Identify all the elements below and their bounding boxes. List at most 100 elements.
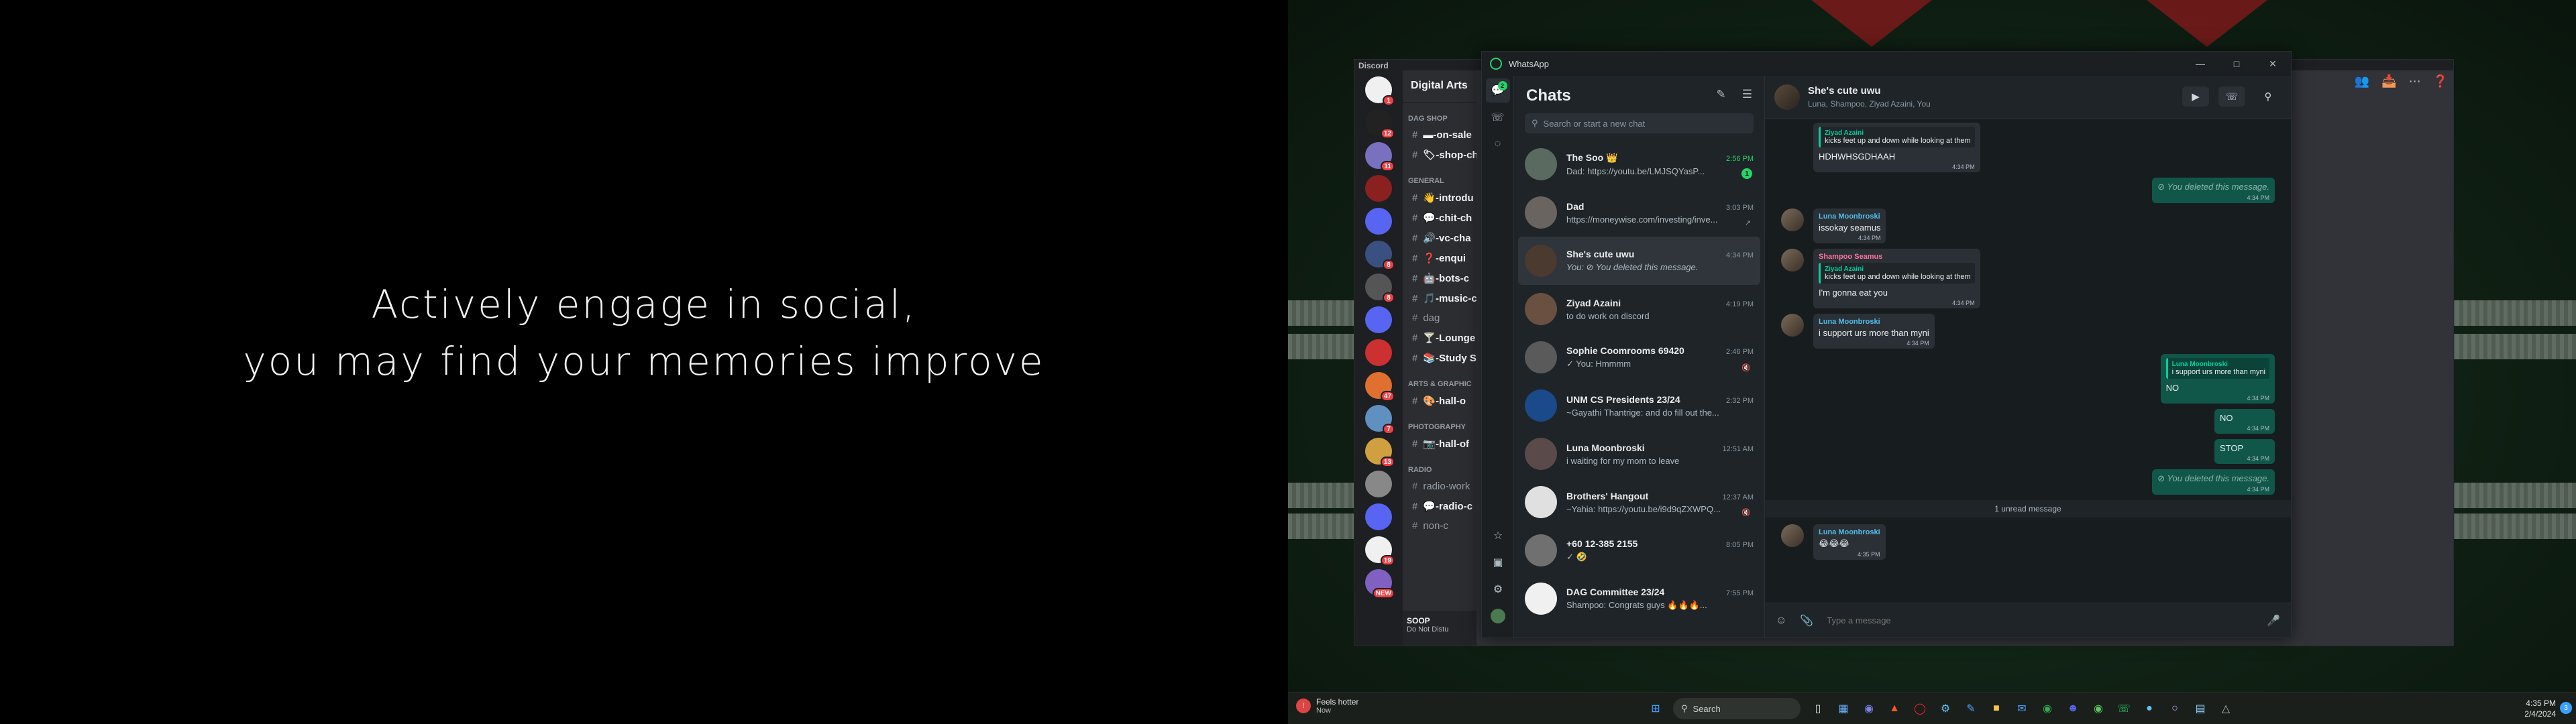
- message-bubble[interactable]: Luna Moonbroski i support urs more than m…: [2160, 354, 2275, 404]
- discord-icon[interactable]: ☻: [2062, 698, 2084, 719]
- chat-list-item[interactable]: Ziyad Azaini 4:19 PM to do work on discord: [1518, 285, 1760, 333]
- discord-server-name[interactable]: Digital Arts: [1403, 70, 1477, 103]
- microphone-icon[interactable]: 🎤: [2267, 614, 2280, 627]
- channel-item[interactable]: # 🤖-bots-c: [1403, 268, 1477, 288]
- discord-user-panel[interactable]: SOOP Do Not Distu: [1403, 611, 1477, 646]
- steam-icon[interactable]: ⚙: [1935, 698, 1956, 719]
- minimize-button[interactable]: —: [2182, 52, 2218, 76]
- message-bubble[interactable]: ⊘ You deleted this message. 4:34 PM: [2152, 469, 2275, 495]
- discord-server-icon[interactable]: [1365, 503, 1392, 530]
- message-input[interactable]: [1827, 615, 2267, 625]
- mail-icon[interactable]: ✉: [2011, 698, 2033, 719]
- weather-widget[interactable]: ! Feels hotter Now: [1296, 697, 1358, 715]
- channel-category[interactable]: PHOTOGRAPHY: [1403, 411, 1477, 434]
- channel-item[interactable]: # 🔊-vc-cha: [1403, 228, 1477, 248]
- message-sender[interactable]: Luna Moonbroski: [1819, 318, 1929, 326]
- chat-list-item[interactable]: Dad 3:03 PM https://moneywise.com/investin…: [1518, 188, 1760, 237]
- quoted-message[interactable]: Luna Moonbroski i support urs more than m…: [2165, 358, 2269, 379]
- chat-list-item[interactable]: DAG Committee 23/24 7:55 PM Shampoo: Congr…: [1518, 575, 1760, 623]
- teams-icon[interactable]: ◉: [1858, 698, 1880, 719]
- discord-server-icon[interactable]: 7: [1365, 405, 1395, 434]
- task-view-icon[interactable]: ▯: [1807, 698, 1829, 719]
- discord-server-icon[interactable]: [1365, 339, 1392, 366]
- discord-server-icon[interactable]: NEW: [1365, 569, 1395, 599]
- rail-chats-button[interactable]: 💬 2: [1485, 78, 1510, 103]
- channel-item[interactable]: # radio-work: [1403, 477, 1477, 496]
- message-bubble[interactable]: ⊘ You deleted this message. 4:34 PM: [2152, 178, 2275, 203]
- windows-start-icon[interactable]: ⊞: [1645, 698, 1666, 719]
- quoted-message[interactable]: Ziyad Azaini kicks feet up and down while…: [1819, 263, 1975, 284]
- chat-search-input[interactable]: ⚲ Search or start a new chat: [1525, 113, 1754, 133]
- channel-category[interactable]: ARTS & GRAPHIC: [1403, 368, 1477, 391]
- channel-item[interactable]: # 🎨-hall-o: [1403, 391, 1477, 411]
- discord-server-icon[interactable]: [1365, 471, 1392, 497]
- channel-item[interactable]: # 📷-hall-of: [1403, 434, 1477, 454]
- channel-item[interactable]: # 👋-introdu: [1403, 188, 1477, 208]
- channel-item[interactable]: # 🍸-Lounge: [1403, 328, 1477, 348]
- message-bubble[interactable]: NO 4:34 PM: [2214, 409, 2275, 434]
- pen-icon[interactable]: ✎: [1960, 698, 1982, 719]
- channel-item[interactable]: # 📚-Study S: [1403, 348, 1477, 368]
- file-explorer-icon[interactable]: ■: [1986, 698, 2007, 719]
- rail-starred-button[interactable]: ☆: [1486, 524, 1510, 548]
- quoted-message[interactable]: Ziyad Azaini kicks feet up and down while…: [1819, 127, 1975, 147]
- rail-archived-button[interactable]: ▣: [1486, 550, 1510, 575]
- message-bubble[interactable]: STOP 4:34 PM: [2214, 439, 2275, 464]
- app-icon[interactable]: △: [2215, 698, 2237, 719]
- message-bubble[interactable]: Shampoo Seamus Ziyad Azaini kicks feet up …: [1813, 249, 1980, 308]
- avatar[interactable]: [1781, 314, 1804, 337]
- chat-list-item[interactable]: Luna Moonbroski 12:51 AM i waiting for my …: [1518, 430, 1760, 478]
- channel-item[interactable]: # 💬-radio-c: [1403, 496, 1477, 516]
- avatar[interactable]: [1781, 524, 1804, 547]
- members-icon[interactable]: 👥: [2355, 74, 2369, 88]
- channel-category[interactable]: DAG SHOP: [1403, 103, 1477, 125]
- channel-item[interactable]: # dag: [1403, 308, 1477, 328]
- discord-server-icon[interactable]: 47: [1365, 372, 1395, 402]
- message-bubble[interactable]: Ziyad Azaini kicks feet up and down while…: [1813, 123, 1980, 172]
- taskbar-clock[interactable]: 4:35 PM 2/4/2024: [2524, 698, 2556, 719]
- emoji-icon[interactable]: ☺: [1776, 615, 1786, 627]
- rail-settings-button[interactable]: ⚙: [1486, 577, 1510, 601]
- discord-server-icon[interactable]: [1365, 208, 1392, 235]
- xbox-icon[interactable]: ◉: [2088, 698, 2109, 719]
- channel-item[interactable]: # ▬-on-sale: [1403, 125, 1477, 145]
- discord-server-icon[interactable]: 11: [1365, 142, 1395, 172]
- discord-server-icon[interactable]: 19: [1365, 536, 1395, 566]
- chat-list-item[interactable]: Brothers' Hangout 12:37 AM ~Yahia: https:/…: [1518, 478, 1760, 526]
- message-bubble[interactable]: Luna Moonbroski issokay seamus 4:34 PM: [1813, 208, 1886, 243]
- help-icon[interactable]: ❓: [2433, 74, 2448, 88]
- widgets-icon[interactable]: ▦: [1833, 698, 1854, 719]
- channel-item[interactable]: # non-c: [1403, 516, 1477, 536]
- message-bubble[interactable]: Luna Moonbroski i support urs more than m…: [1813, 314, 1935, 349]
- notepad-icon[interactable]: ▤: [2190, 698, 2211, 719]
- chat-list-item[interactable]: UNM CS Presidents 23/24 2:32 PM ~Gayathi T…: [1518, 381, 1760, 430]
- avatar[interactable]: [1781, 249, 1804, 272]
- brave-icon[interactable]: ▲: [1884, 698, 1905, 719]
- chat-list-item[interactable]: The Soo 👑 2:56 PM Dad: https://youtu.be/LM…: [1518, 140, 1760, 188]
- maximize-button[interactable]: □: [2218, 52, 2255, 76]
- chrome-icon[interactable]: ◉: [2037, 698, 2058, 719]
- voice-call-icon[interactable]: ☏: [2218, 86, 2245, 107]
- notification-badge[interactable]: 3: [2560, 702, 2572, 714]
- close-button[interactable]: ✕: [2255, 52, 2291, 76]
- chat-list-item[interactable]: +60 12-385 2155 8:05 PM ✓ 🤣: [1518, 526, 1760, 575]
- taskbar-search[interactable]: ⚲ Search: [1673, 698, 1801, 719]
- message-sender[interactable]: Luna Moonbroski: [1819, 528, 1880, 536]
- inbox-icon[interactable]: 📥: [2381, 74, 2396, 88]
- message-bubble[interactable]: Luna Moonbroski 😂😂😂 4:35 PM: [1813, 524, 1886, 560]
- discord-server-icon[interactable]: 8: [1365, 274, 1395, 303]
- channel-item[interactable]: # 💬-chit-ch: [1403, 208, 1477, 228]
- channel-category[interactable]: GENERAL: [1403, 165, 1477, 188]
- opera-icon[interactable]: ◯: [1909, 698, 1931, 719]
- discord-server-icon[interactable]: 8: [1365, 241, 1395, 270]
- steam-2-icon[interactable]: ●: [2139, 698, 2160, 719]
- channel-item[interactable]: # 🎵-music-c: [1403, 288, 1477, 308]
- video-call-icon[interactable]: ▶: [2182, 86, 2209, 107]
- discord-server-icon[interactable]: 13: [1365, 438, 1395, 467]
- channel-category[interactable]: RADIO: [1403, 454, 1477, 477]
- message-sender[interactable]: Shampoo Seamus: [1819, 253, 1975, 261]
- avatar[interactable]: [1781, 208, 1804, 231]
- rail-calls-button[interactable]: ☏: [1486, 105, 1510, 129]
- chat-list-item[interactable]: Sophie Coomrooms 69420 2:46 PM ✓ You: Hmmm…: [1518, 333, 1760, 381]
- channel-item[interactable]: # ❓-enqui: [1403, 248, 1477, 268]
